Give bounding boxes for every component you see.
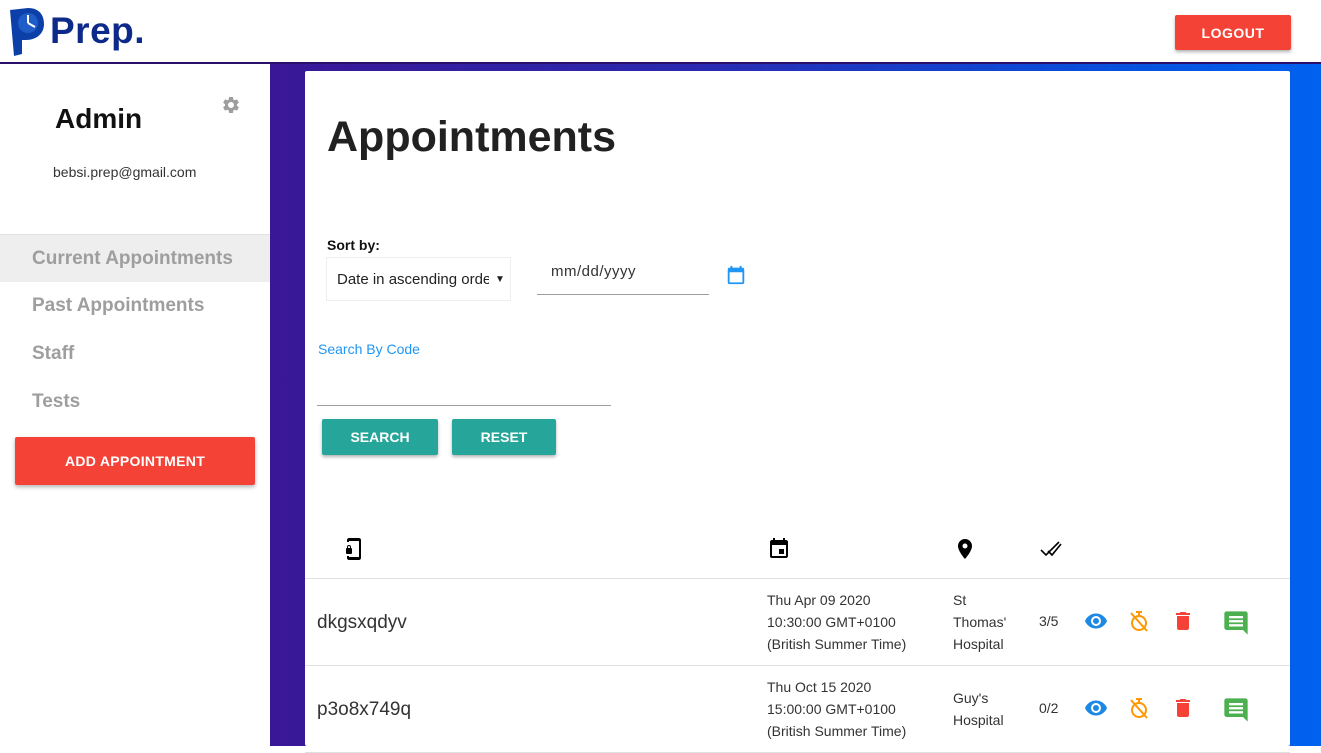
timezone-line: (British Summer Time) [767,723,907,739]
appointment-code[interactable]: p3o8x749q [317,699,411,721]
sidebar-item-past-appointments[interactable]: Past Appointments [0,282,270,330]
timer-off-icon[interactable] [1127,696,1151,720]
date-line: Thu Apr 09 2020 [767,592,871,608]
user-email: bebsi.prep@gmail.com [53,164,197,180]
search-code-input[interactable] [317,371,611,406]
delete-icon[interactable] [1171,696,1195,720]
appointment-date: Thu Apr 09 2020 10:30:00 GMT+0100 (Briti… [767,589,906,655]
reset-button[interactable]: RESET [452,419,556,455]
brand-name: Prep. [50,10,146,51]
top-bar: Prep. LOGOUT [0,0,1321,64]
comment-icon[interactable] [1222,696,1250,724]
logout-button[interactable]: LOGOUT [1175,15,1291,50]
appointment-score: 0/2 [1039,700,1059,716]
logo[interactable]: Prep. [6,6,145,56]
table-row: dkgsxqdyv Thu Apr 09 2020 10:30:00 GMT+0… [305,579,1290,666]
appointment-location: St Thomas' Hospital [953,592,1007,652]
comment-icon[interactable] [1222,609,1250,637]
caret-down-icon: ▼ [495,273,505,285]
sort-label: Sort by: [327,237,380,253]
search-button[interactable]: SEARCH [322,419,438,455]
timezone-line: (British Summer Time) [767,636,907,652]
prep-logo-icon [10,8,44,56]
search-by-code-label: Search By Code [318,341,420,357]
location-icon [958,539,972,559]
appointments-card: Appointments Sort by: Date in ascending … [305,71,1290,753]
date-filter-input[interactable]: mm/dd/yyyy [537,257,709,295]
sidebar: Admin bebsi.prep@gmail.com Current Appoi… [0,66,270,746]
view-eye-icon[interactable] [1084,609,1108,633]
date-line: Thu Oct 15 2020 [767,679,872,695]
done-all-icon [1040,541,1062,557]
add-appointment-button[interactable]: ADD APPOINTMENT [15,437,255,485]
appointment-score: 3/5 [1039,613,1059,629]
gear-icon[interactable] [221,95,241,115]
sidebar-item-staff[interactable]: Staff [0,330,270,378]
sidebar-item-tests[interactable]: Tests [0,378,270,426]
time-line: 15:00:00 GMT+0100 [767,701,896,717]
timer-off-icon[interactable] [1127,609,1151,633]
view-eye-icon[interactable] [1084,696,1108,720]
delete-icon[interactable] [1171,609,1195,633]
user-name: Admin [55,103,143,134]
sidebar-item-current-appointments[interactable]: Current Appointments [0,234,270,282]
sidebar-nav: Current Appointments Past Appointments S… [0,234,270,426]
sort-select[interactable]: Date in ascending order ▼ [326,257,511,301]
time-line: 10:30:00 GMT+0100 [767,614,896,630]
appointment-date: Thu Oct 15 2020 15:00:00 GMT+0100 (Briti… [767,676,906,742]
sort-selected-value: Date in ascending order [337,270,489,288]
calendar-icon [770,538,788,558]
table-row: p3o8x749q Thu Oct 15 2020 15:00:00 GMT+0… [305,666,1290,753]
calendar-picker-icon[interactable] [725,264,747,286]
device-lock-icon [346,538,361,560]
page-title: Appointments [327,113,617,161]
appointment-location: Guy's Hospital [953,690,1004,728]
table-header [305,521,1290,579]
appointment-code[interactable]: dkgsxqdyv [317,612,407,634]
